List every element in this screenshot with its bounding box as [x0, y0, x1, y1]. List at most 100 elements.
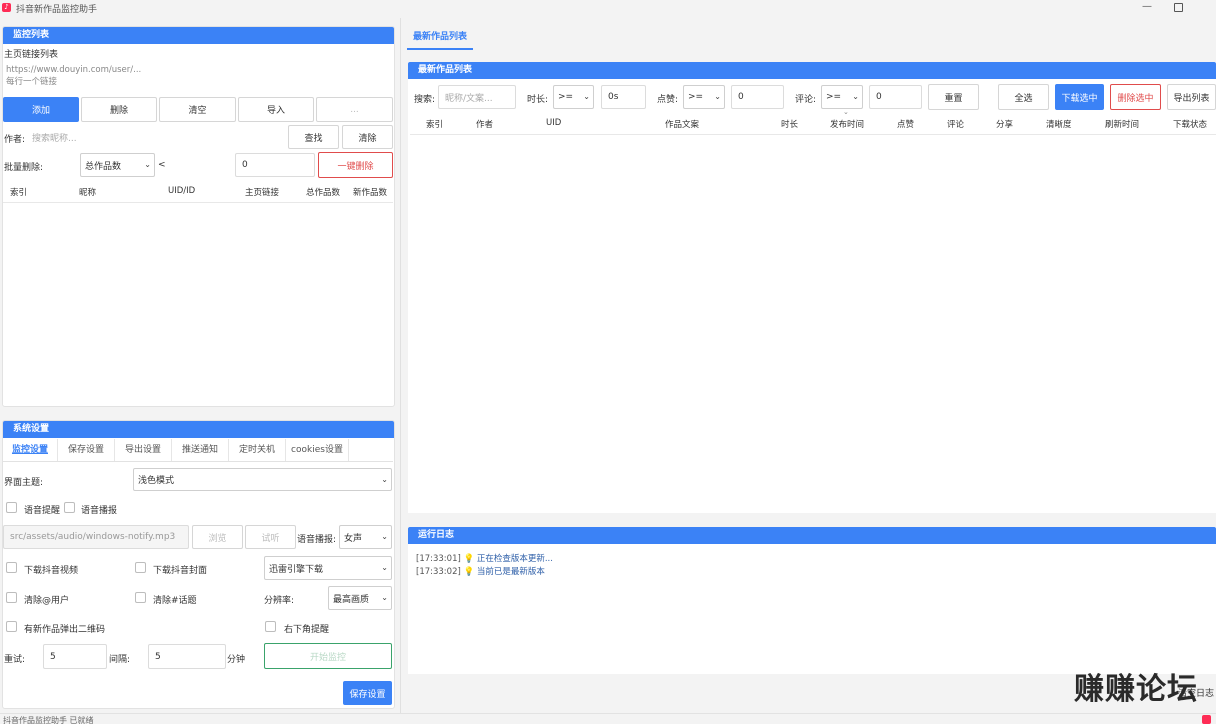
tab-scheduled-shutdown[interactable]: 定时关机 — [229, 439, 286, 461]
minimize-button[interactable]: — — [1140, 1, 1154, 15]
voice-type-label: 语音播报: — [297, 535, 337, 545]
voice-alert-checkbox[interactable] — [6, 502, 17, 513]
qr-popup-checkbox[interactable] — [6, 621, 17, 632]
log-time: [17:33:01] — [416, 554, 461, 564]
download-cover-label: 下载抖音封面 — [153, 566, 208, 576]
likes-value-input[interactable]: 0 — [731, 85, 784, 109]
monitor-header: 监控列表 — [3, 27, 394, 44]
resolution-label: 分辨率: — [264, 596, 295, 606]
maximize-button[interactable] — [1174, 3, 1183, 12]
col-publish-time[interactable]: 发布时间 — [830, 118, 864, 130]
clean-topic-checkbox[interactable] — [135, 592, 146, 603]
tab-cookies-settings[interactable]: cookies设置 — [286, 439, 349, 461]
download-cover-checkbox[interactable] — [135, 562, 146, 573]
downloader-select[interactable]: 迅雷引擎下载 ⌄ — [264, 556, 392, 580]
likes-op-select[interactable]: >= ⌄ — [683, 85, 725, 109]
log-entry: [17:33:02] 💡 当前已是最新版本 — [416, 565, 545, 577]
comments-value-input[interactable]: 0 — [869, 85, 922, 109]
lightbulb-icon: 💡 — [463, 567, 475, 577]
works-search-input[interactable]: 昵称/文案... — [438, 85, 516, 109]
col-refresh-time[interactable]: 刷新时间 — [1105, 118, 1139, 130]
extra-button[interactable]: ... — [316, 97, 393, 122]
voice-type-value: 女声 — [344, 533, 363, 544]
resolution-select[interactable]: 最高画质 ⌄ — [328, 586, 392, 610]
duration-value-input[interactable]: 0s — [601, 85, 646, 109]
add-button[interactable]: 添加 — [3, 97, 79, 122]
bulk-field-select[interactable]: 总作品数 ⌄ — [80, 153, 155, 177]
log-entry: [17:33:01] 💡 正在检查版本更新... — [416, 552, 553, 564]
clear-search-button[interactable]: 清除 — [342, 125, 393, 149]
corner-alert-checkbox[interactable] — [265, 621, 276, 632]
voice-broadcast-label: 语音播报 — [81, 506, 118, 516]
clean-at-checkbox[interactable] — [6, 592, 17, 603]
col-index[interactable]: 索引 — [426, 118, 443, 130]
col-comments[interactable]: 评论 — [947, 118, 964, 130]
tab-push-notify[interactable]: 推送通知 — [172, 439, 229, 461]
reset-button[interactable]: 重置 — [928, 84, 979, 110]
monitor-table-header: 索引 昵称 UID/ID 主页链接 总作品数 新作品数 — [3, 181, 393, 203]
col-caption[interactable]: 作品文案 — [665, 118, 699, 130]
one-click-delete-button[interactable]: 一键删除 — [318, 152, 393, 178]
likes-op-value: >= — [688, 92, 704, 102]
theme-select[interactable]: 浅色模式 ⌄ — [133, 468, 392, 491]
select-all-button[interactable]: 全选 — [998, 84, 1049, 110]
qr-popup-label: 有新作品弹出二维码 — [24, 625, 106, 635]
monitor-table-body[interactable] — [3, 204, 393, 405]
sound-path-input[interactable]: src/assets/audio/windows-notify.mp3 — [3, 525, 189, 549]
bulk-value-input[interactable]: 0 — [235, 153, 315, 177]
col-uid[interactable]: UID/ID — [168, 186, 195, 196]
col-new-works[interactable]: 新作品数 — [353, 186, 387, 198]
tab-export-settings[interactable]: 导出设置 — [115, 439, 172, 461]
delete-button[interactable]: 删除 — [81, 97, 157, 122]
clear-button[interactable]: 清空 — [159, 97, 236, 122]
col-shares[interactable]: 分享 — [996, 118, 1013, 130]
status-bar: 抖音作品监控助手 已就绪 — [0, 713, 1216, 724]
duration-label: 时长: — [527, 95, 549, 105]
col-duration[interactable]: 时长 — [781, 118, 798, 130]
download-video-label: 下载抖音视频 — [24, 566, 79, 576]
col-total-works[interactable]: 总作品数 — [306, 186, 340, 198]
col-likes[interactable]: 点赞 — [897, 118, 914, 130]
interval-unit: 分钟 — [227, 655, 245, 665]
retry-input[interactable]: 5 — [43, 644, 107, 669]
save-settings-button[interactable]: 保存设置 — [343, 681, 392, 705]
delete-selected-button[interactable]: 删除选中 — [1110, 84, 1161, 110]
col-download-status[interactable]: 下载状态 — [1173, 118, 1207, 130]
tab-latest-works[interactable]: 最新作品列表 — [407, 24, 473, 50]
col-uid[interactable]: UID — [546, 118, 561, 128]
download-video-checkbox[interactable] — [6, 562, 17, 573]
col-homepage[interactable]: 主页链接 — [245, 186, 279, 198]
log-header: 运行日志 — [408, 527, 1216, 544]
comments-op-select[interactable]: >= ⌄ — [821, 85, 863, 109]
tab-save-settings[interactable]: 保存设置 — [58, 439, 115, 461]
browse-sound-button[interactable]: 浏览 — [192, 525, 243, 549]
chevron-down-icon: ⌄ — [852, 92, 859, 102]
col-resolution[interactable]: 清晰度 — [1046, 118, 1072, 130]
author-search-input[interactable]: 搜索昵称... — [25, 126, 286, 149]
works-table-body[interactable] — [410, 136, 1216, 511]
voice-alert-label: 语音提醒 — [24, 506, 61, 516]
col-author[interactable]: 作者 — [476, 118, 493, 130]
voice-broadcast-checkbox[interactable] — [64, 502, 75, 513]
tab-monitor-settings[interactable]: 监控设置 — [3, 439, 58, 461]
col-nickname[interactable]: 昵称 — [79, 186, 96, 198]
col-index[interactable]: 索引 — [10, 186, 27, 198]
export-list-button[interactable]: 导出列表 — [1167, 84, 1216, 110]
interval-input[interactable]: 5 — [148, 644, 226, 669]
works-tab-bar: 最新作品列表 — [401, 24, 1216, 51]
search-label: 搜索: — [414, 95, 436, 105]
urls-textarea[interactable]: https://www.douyin.com/user/... 每行一个链接 — [3, 59, 393, 93]
duration-op-value: >= — [558, 92, 574, 102]
panel-divider[interactable] — [400, 18, 401, 713]
download-selected-button[interactable]: 下载选中 — [1055, 84, 1104, 110]
bulk-operator: < — [158, 160, 166, 170]
voice-type-select[interactable]: 女声 ⌄ — [339, 525, 392, 549]
log-body[interactable]: [17:33:01] 💡 正在检查版本更新... [17:33:02] 💡 当前… — [411, 546, 1216, 672]
duration-op-select[interactable]: >= ⌄ — [553, 85, 594, 109]
find-button[interactable]: 查找 — [288, 125, 339, 149]
start-monitor-button[interactable]: 开始监控 — [264, 643, 392, 669]
import-button[interactable]: 导入 — [238, 97, 314, 122]
preview-sound-button[interactable]: 试听 — [245, 525, 296, 549]
sort-down-icon: ⌄ — [843, 108, 849, 116]
comments-op-value: >= — [826, 92, 842, 102]
